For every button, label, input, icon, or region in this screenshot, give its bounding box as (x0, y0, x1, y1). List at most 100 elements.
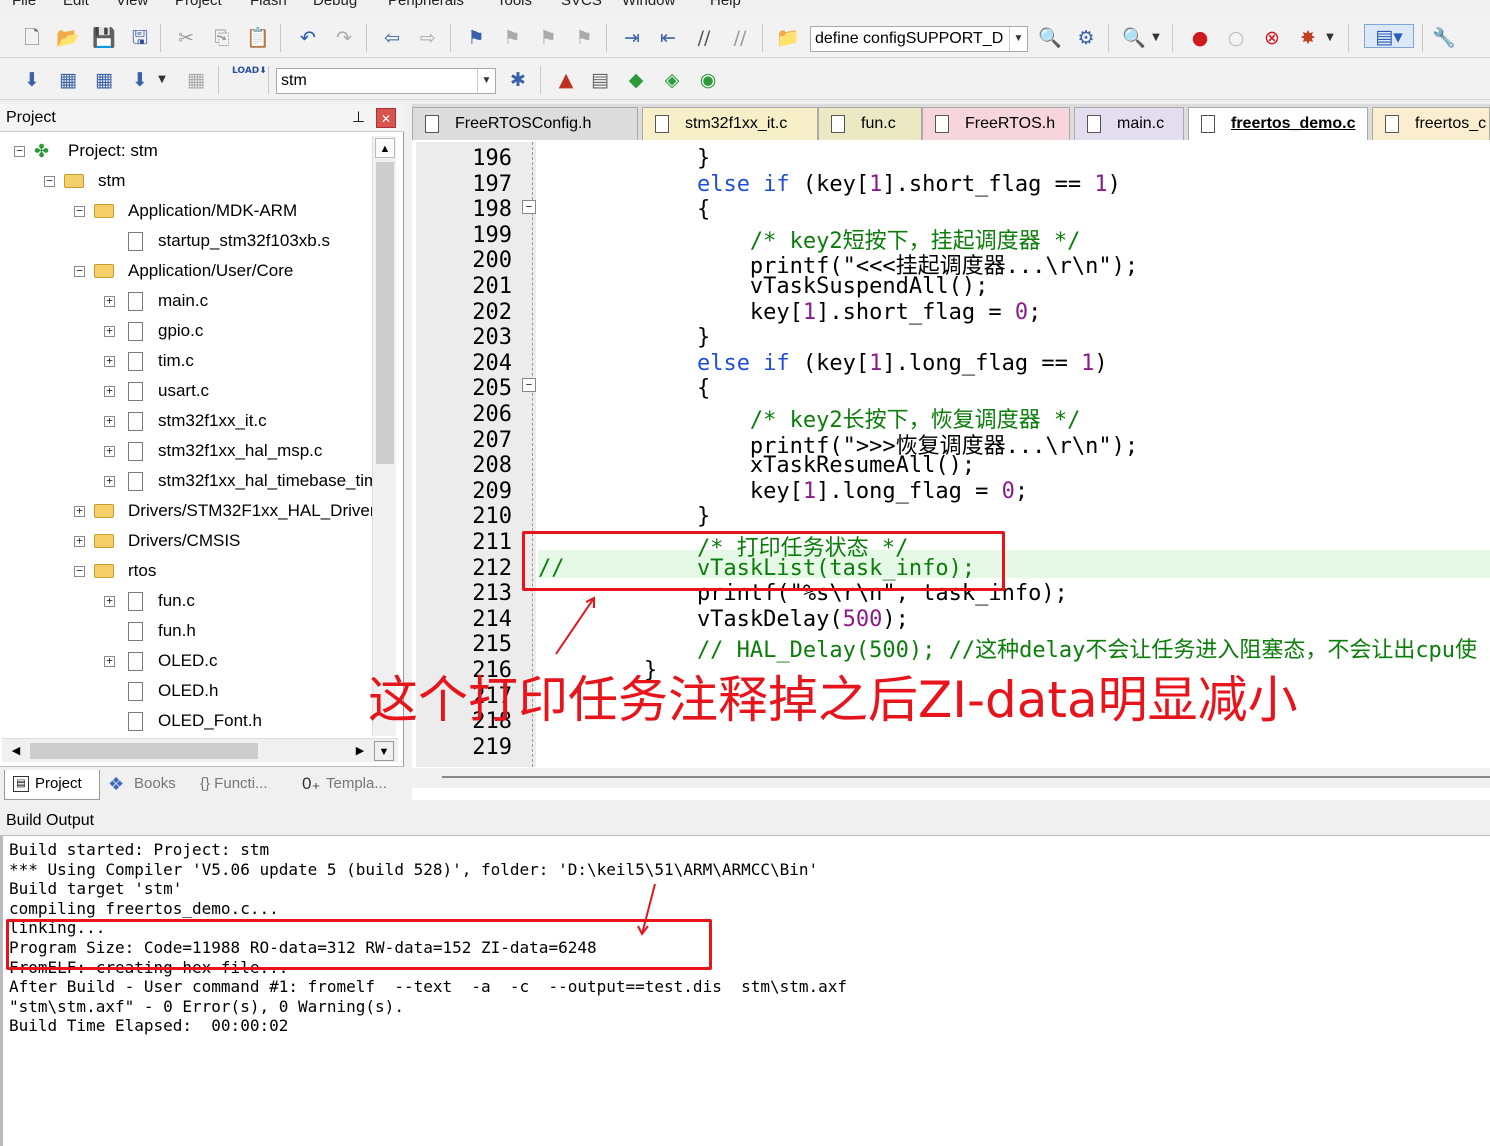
scroll-track[interactable] (442, 776, 1490, 778)
tree-item-file[interactable]: + gpio.c (0, 316, 372, 346)
manage-project-items-icon[interactable]: ▲ (554, 68, 578, 92)
chevron-down-icon[interactable]: ▼ (1009, 27, 1027, 51)
expand-icon[interactable]: + (104, 385, 115, 397)
expand-icon[interactable]: + (74, 505, 85, 517)
tree-item-project-root[interactable]: − ✤ Project: stm (0, 136, 372, 166)
tree-horizontal-scrollbar[interactable]: ◀ ▶ ▼ (2, 738, 398, 762)
code-line[interactable]: key[1].short_flag = 0; (538, 300, 1041, 325)
disable-breakpoint-icon[interactable]: ○ (1224, 26, 1248, 50)
open-folder-icon[interactable]: 📂 (56, 26, 80, 50)
undo-icon[interactable]: ↶ (296, 26, 320, 50)
dropdown-arrow-icon[interactable]: ▼ (1324, 26, 1336, 50)
tree-item-file[interactable]: + tim.c (0, 346, 372, 376)
collapse-icon[interactable]: − (44, 175, 55, 187)
scroll-thumb[interactable] (376, 162, 394, 464)
expand-icon[interactable]: + (104, 475, 115, 487)
scroll-down-icon[interactable]: ▼ (374, 741, 394, 761)
tree-item-folder[interactable]: + Drivers/STM32F1xx_HAL_Driver (0, 496, 372, 526)
code-line[interactable]: xTaskResumeAll(); (538, 453, 975, 478)
code-line[interactable]: } (538, 504, 710, 529)
tree-item-file[interactable]: fun.h (0, 616, 372, 646)
window-layout-icon[interactable]: ▤▾ (1364, 24, 1414, 48)
tree-item-folder[interactable]: − Application/MDK-ARM (0, 196, 372, 226)
code-line[interactable]: else if (key[1].short_flag == 1) (538, 172, 1121, 197)
find-replace-icon[interactable]: ⚙ (1074, 26, 1098, 50)
comment-icon[interactable]: // (692, 26, 716, 50)
menu-project[interactable]: Project (175, 0, 222, 9)
code-line[interactable]: { (538, 376, 710, 401)
prev-bookmark-icon[interactable]: ⚑ (500, 26, 524, 50)
code-line[interactable]: } (538, 325, 710, 350)
paste-icon[interactable]: 📋 (246, 26, 270, 50)
kill-breakpoints-icon[interactable]: ✸ (1296, 26, 1320, 50)
collapse-icon[interactable]: − (14, 145, 25, 157)
menu-debug[interactable]: Debug (313, 0, 357, 9)
scroll-left-icon[interactable]: ◀ (6, 741, 26, 761)
translate-icon[interactable]: ⬇ (20, 68, 44, 92)
expand-icon[interactable]: + (104, 295, 115, 307)
menu-flash[interactable]: Flash (250, 0, 287, 9)
expand-icon[interactable]: + (104, 445, 115, 457)
menu-file[interactable]: File (12, 0, 36, 9)
tree-item-folder[interactable]: − Application/User/Core (0, 256, 372, 286)
tree-item-file[interactable]: + stm32f1xx_hal_msp.c (0, 436, 372, 466)
copy-icon[interactable]: ⎘ (210, 26, 234, 50)
tree-item-folder[interactable]: + Drivers/CMSIS (0, 526, 372, 556)
code-line[interactable]: } (538, 146, 710, 171)
expand-icon[interactable]: + (104, 655, 115, 667)
clear-bookmarks-icon[interactable]: ⚑ (572, 26, 596, 50)
nav-back-icon[interactable]: ⇦ (380, 26, 404, 50)
tree-vertical-scrollbar[interactable]: ▲ (372, 136, 396, 736)
save-icon[interactable]: 💾 (92, 26, 116, 50)
menu-tools[interactable]: Tools (497, 0, 532, 9)
code-line[interactable]: vTaskSuspendAll(); (538, 274, 988, 299)
tab-templates[interactable]: 0₊ Templa... (300, 770, 387, 800)
code-line[interactable]: key[1].long_flag = 0; (538, 479, 1028, 504)
event-recorder-icon[interactable]: ◉ (696, 68, 720, 92)
expand-icon[interactable]: + (74, 535, 85, 547)
uncomment-icon[interactable]: // (728, 26, 752, 50)
code-line[interactable]: { (538, 197, 710, 222)
target-select[interactable]: stm ▼ (276, 68, 496, 94)
stop-build-icon[interactable]: ▦ (184, 68, 208, 92)
tab-functions[interactable]: {} Functi... (200, 770, 268, 800)
tree-item-file[interactable]: startup_stm32f103xb.s (0, 226, 372, 256)
collapse-icon[interactable]: − (74, 265, 85, 277)
rebuild-icon[interactable]: ▦ (92, 68, 116, 92)
cut-icon[interactable]: ✂ (174, 26, 198, 50)
scroll-up-icon[interactable]: ▲ (375, 138, 395, 158)
breakpoint-icon[interactable]: ● (1188, 26, 1212, 50)
target-options-icon[interactable]: ✱ (506, 68, 530, 92)
pack-installer-icon[interactable]: ◈ (660, 68, 684, 92)
scroll-right-icon[interactable]: ▶ (350, 741, 370, 761)
tree-item-file[interactable]: + main.c (0, 286, 372, 316)
tree-item-file[interactable]: + OLED.c (0, 646, 372, 676)
collapse-icon[interactable]: − (74, 565, 85, 577)
batch-build-icon[interactable]: ⬇ (128, 68, 152, 92)
indent-icon[interactable]: ⇥ (620, 26, 644, 50)
tree-item-file[interactable]: OLED_Font.h (0, 706, 372, 736)
dropdown-arrow-icon[interactable]: ▼ (1150, 26, 1162, 50)
redo-icon[interactable]: ↷ (332, 26, 356, 50)
find-in-files-icon[interactable]: 📁 (776, 26, 800, 50)
tree-item-file[interactable]: + fun.c (0, 586, 372, 616)
disable-all-breakpoints-icon[interactable]: ⊗ (1260, 26, 1284, 50)
menu-window[interactable]: Window (622, 0, 675, 9)
tab-books[interactable]: ❖ Books (106, 770, 176, 800)
menu-svcs[interactable]: SVCS (561, 0, 602, 9)
code-line[interactable]: vTaskDelay(500); (538, 607, 909, 632)
save-all-icon[interactable]: 🖫 (128, 26, 152, 50)
menu-edit[interactable]: Edit (63, 0, 89, 9)
manage-rte-icon[interactable]: ◆ (624, 68, 648, 92)
build-icon[interactable]: ▦ (56, 68, 80, 92)
expand-icon[interactable]: + (104, 415, 115, 427)
tree-item-file[interactable]: + stm32f1xx_it.c (0, 406, 372, 436)
tree-item-folder[interactable]: − rtos (0, 556, 372, 586)
tree-item-file[interactable]: + stm32f1xx_hal_timebase_tim (0, 466, 372, 496)
expand-icon[interactable]: + (104, 325, 115, 337)
nav-forward-icon[interactable]: ⇨ (416, 26, 440, 50)
unindent-icon[interactable]: ⇤ (656, 26, 680, 50)
editor-horizontal-scrollbar[interactable] (412, 768, 1490, 788)
tree-item-file[interactable]: + usart.c (0, 376, 372, 406)
tab-project[interactable]: ▤ Project (4, 770, 100, 800)
